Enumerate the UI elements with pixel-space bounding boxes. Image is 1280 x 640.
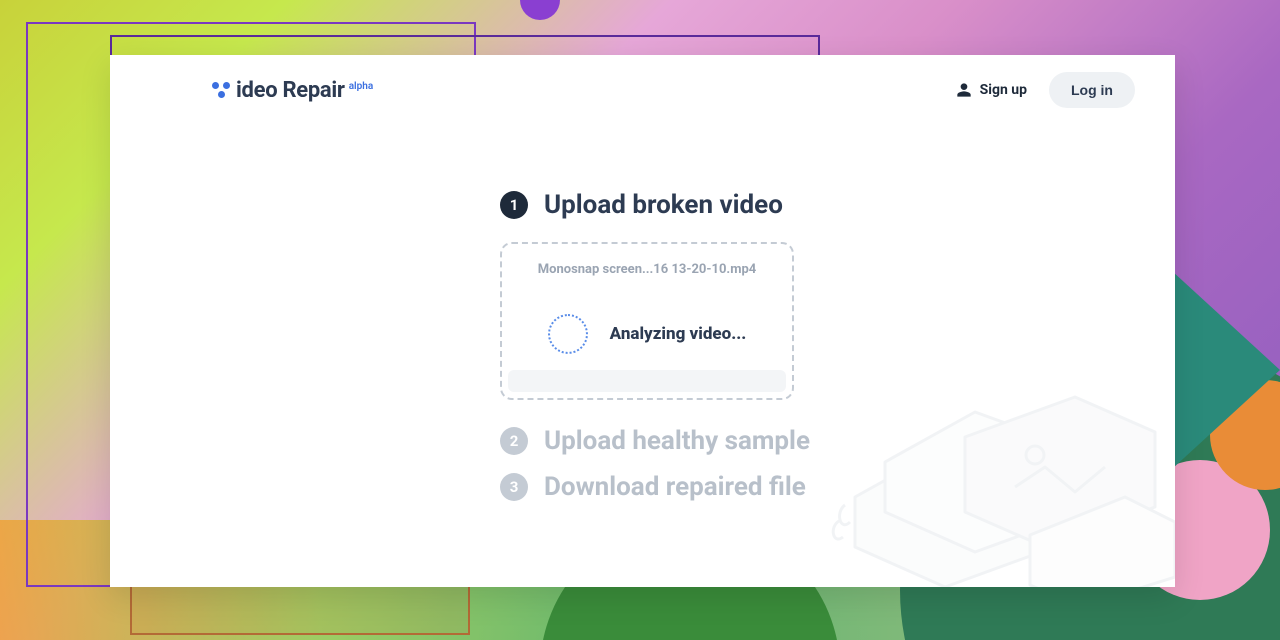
step-3: 3 Download repaired file xyxy=(500,472,950,502)
login-button[interactable]: Log in xyxy=(1049,72,1135,108)
header-nav: Sign up Log in xyxy=(956,72,1135,108)
step-3-number: 3 xyxy=(500,473,528,501)
app-card: ideo Repair alpha Sign up Log in 1 Uploa… xyxy=(110,55,1175,587)
step-3-title: Download repaired file xyxy=(544,472,806,502)
logo-mark-icon xyxy=(210,78,234,102)
upload-status: Analyzing video... xyxy=(610,324,747,344)
progress-bar xyxy=(508,370,786,392)
header: ideo Repair alpha Sign up Log in xyxy=(110,55,1175,125)
upload-dropzone[interactable]: Monosnap screen...16 13-20-10.mp4 Analyz… xyxy=(500,242,794,400)
step-1-title: Upload broken video xyxy=(544,190,783,220)
step-1: 1 Upload broken video xyxy=(500,190,950,220)
uploaded-filename: Monosnap screen...16 13-20-10.mp4 xyxy=(502,244,792,277)
step-2-title: Upload healthy sample xyxy=(544,426,810,456)
brand-badge: alpha xyxy=(349,81,374,92)
step-2-number: 2 xyxy=(500,427,528,455)
step-1-number: 1 xyxy=(500,191,528,219)
user-icon xyxy=(956,82,972,98)
step-2: 2 Upload healthy sample xyxy=(500,426,950,456)
brand-logo[interactable]: ideo Repair alpha xyxy=(210,78,373,103)
signup-link[interactable]: Sign up xyxy=(956,82,1027,98)
signup-label: Sign up xyxy=(980,82,1027,98)
steps-panel: 1 Upload broken video Monosnap screen...… xyxy=(500,190,950,502)
bg-circle-purple xyxy=(520,0,560,20)
bg-triangle xyxy=(1160,260,1280,480)
brand-name: ideo Repair xyxy=(236,78,345,103)
spinner-icon xyxy=(548,314,588,354)
